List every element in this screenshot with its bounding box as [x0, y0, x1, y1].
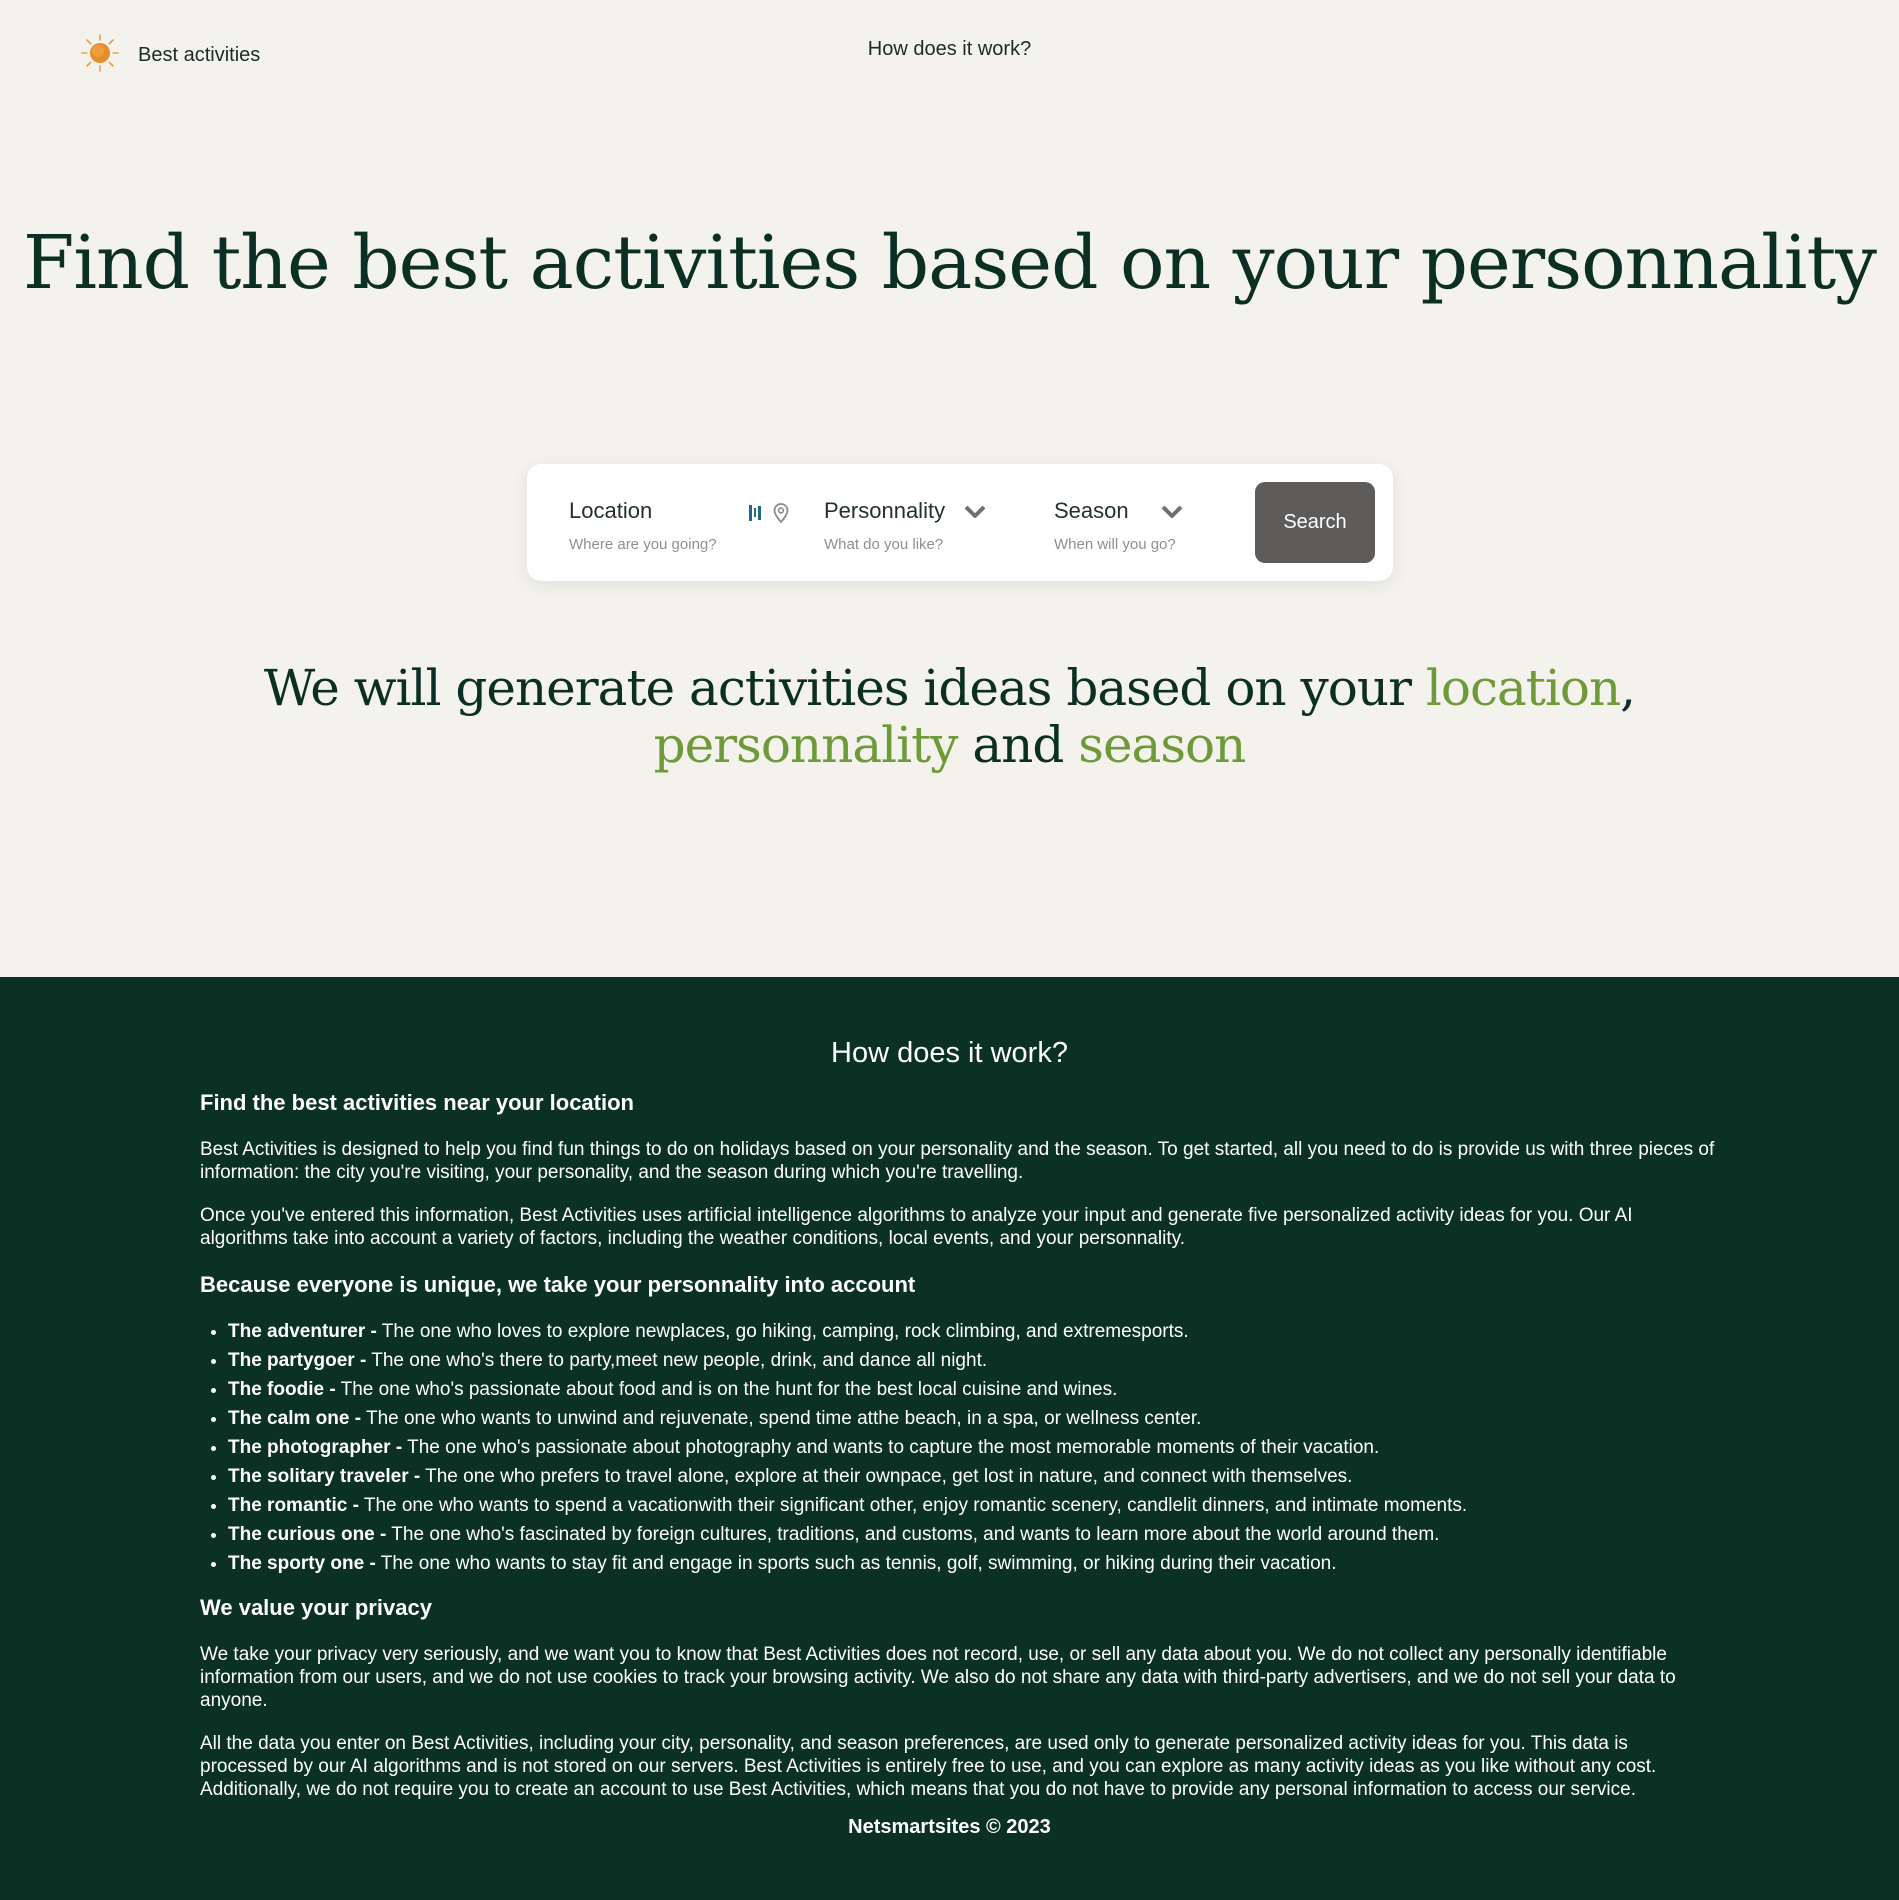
barcode-icon[interactable] — [749, 504, 763, 527]
map-pin-icon[interactable] — [773, 503, 789, 528]
list-item: The sporty one - The one who wants to st… — [228, 1552, 1720, 1575]
how-it-works-title: How does it work? — [831, 1037, 1068, 1069]
section-heading-privacy: We value your privacy — [200, 1595, 432, 1620]
footer-copyright: Netsmartsites © 2023 — [848, 1816, 1051, 1838]
search-bar: Location Where are you going? Personnali… — [527, 464, 1393, 581]
personality-label: Personnality — [824, 498, 946, 523]
brand-name: Best activities — [138, 44, 261, 66]
section-heading-personality: Because everyone is unique, we take your… — [200, 1272, 916, 1297]
list-item: The adventurer - The one who loves to ex… — [228, 1320, 1720, 1343]
location-field[interactable]: Location Where are you going? — [569, 498, 789, 553]
paragraph-intro: Best Activities is designed to help you … — [200, 1139, 1715, 1183]
list-item: The partygoer - The one who's there to p… — [228, 1349, 1720, 1372]
location-icons — [749, 503, 789, 528]
season-label: Season — [1054, 498, 1129, 523]
how-it-works-content: Find the best activities near your locat… — [200, 1088, 1720, 1821]
nav-how-it-works-link[interactable]: How does it work? — [840, 38, 1060, 61]
list-item: The calm one - The one who wants to unwi… — [228, 1407, 1720, 1430]
chevron-down-icon — [1161, 504, 1183, 525]
list-item: The curious one - The one who's fascinat… — [228, 1523, 1720, 1546]
list-item: The photographer - The one who's passion… — [228, 1436, 1720, 1459]
paragraph-data-usage: All the data you enter on Best Activitie… — [200, 1733, 1657, 1800]
paragraph-ai: Once you've entered this information, Be… — [200, 1205, 1633, 1249]
list-item: The solitary traveler - The one who pref… — [228, 1465, 1720, 1488]
location-hint: Where are you going? — [569, 536, 717, 553]
section-heading-location: Find the best activities near your locat… — [200, 1090, 634, 1115]
accent-personality: personnality — [653, 716, 959, 774]
season-hint: When will you go? — [1054, 536, 1176, 553]
hero-title: Find the best activities based on your p… — [23, 220, 1877, 306]
list-item: The romantic - The one who wants to spen… — [228, 1494, 1720, 1517]
season-dropdown[interactable]: Season When will you go? — [1054, 498, 1254, 553]
accent-location: location — [1425, 659, 1621, 717]
paragraph-privacy: We take your privacy very seriously, and… — [200, 1644, 1676, 1711]
personality-hint: What do you like? — [824, 536, 944, 553]
header: Best activities How does it work? — [0, 0, 1899, 100]
personality-list: The adventurer - The one who loves to ex… — [200, 1320, 1720, 1575]
hero-subtitle: We will generate activities ideas based … — [263, 659, 1636, 774]
personality-dropdown[interactable]: Personnality What do you like? — [824, 498, 1024, 553]
sun-icon — [80, 33, 120, 78]
list-item: The foodie - The one who's passionate ab… — [228, 1378, 1720, 1401]
hero-section: Best activities How does it work? Find t… — [0, 0, 1899, 977]
chevron-down-icon — [964, 504, 986, 525]
brand-logo[interactable]: Best activities — [80, 33, 260, 78]
accent-season: season — [1078, 716, 1246, 774]
search-button[interactable]: Search — [1255, 482, 1375, 563]
